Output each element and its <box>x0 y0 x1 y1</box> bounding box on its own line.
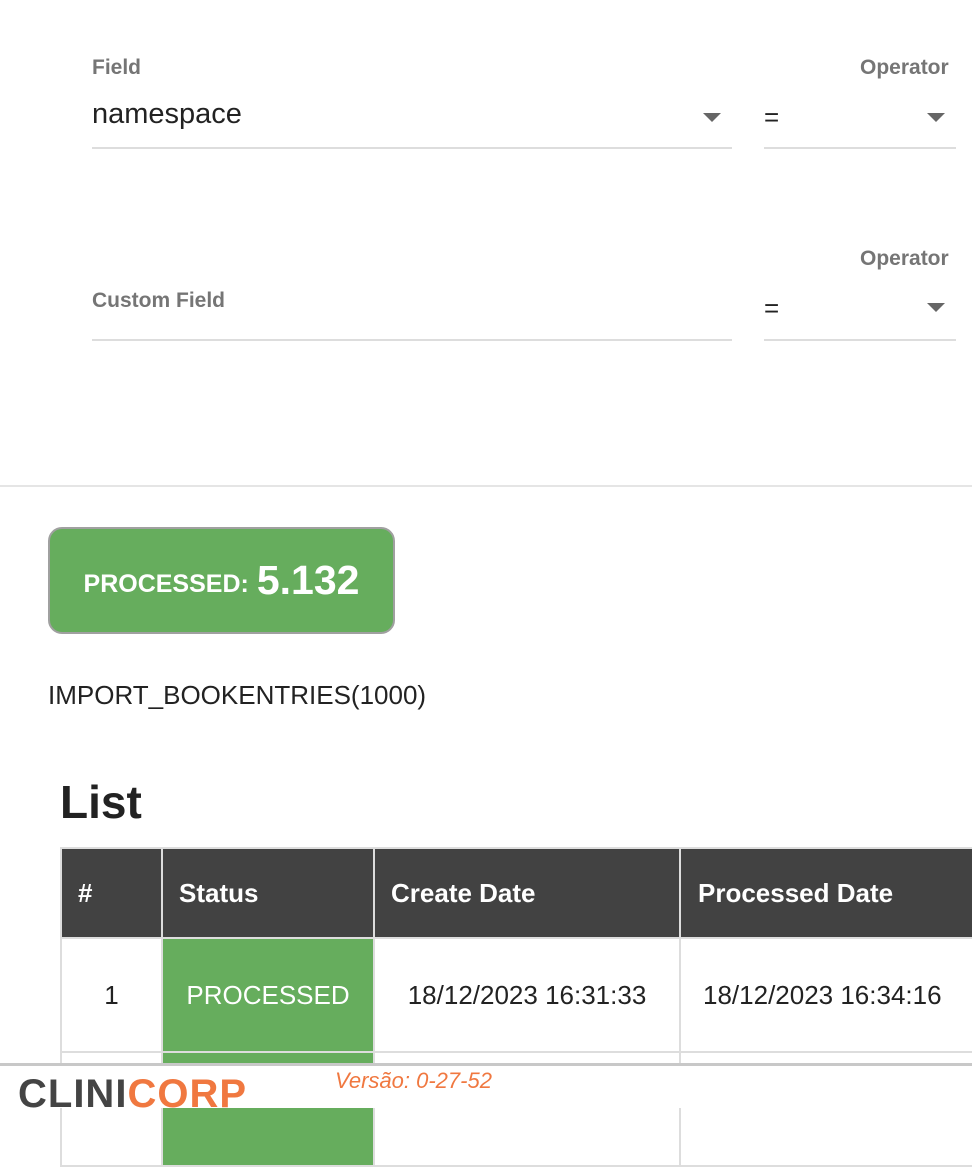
cell-processed-date: 18/12/2023 16:34:16 <box>679 937 972 1053</box>
badge-count: 5.132 <box>256 557 360 603</box>
chevron-down-icon <box>703 113 721 122</box>
field-value: namespace <box>92 98 242 130</box>
operator-label: Operator <box>860 56 949 79</box>
version-text: Versão: 0-27-52 <box>335 1068 492 1093</box>
divider <box>0 485 972 487</box>
operator-underline <box>764 339 956 341</box>
operator-value: = <box>764 102 780 132</box>
logo-part-a: CLINI <box>18 1072 128 1116</box>
chevron-down-icon <box>927 303 945 312</box>
list-table: # Status Create Date Processed Date 1 PR… <box>60 847 972 1167</box>
cell-number: 1 <box>60 937 163 1053</box>
field-underline <box>92 147 732 149</box>
cell-status: PROCESSED <box>161 937 375 1053</box>
cell-create-date: 18/12/2023 16:31:33 <box>373 937 681 1053</box>
clinicorp-logo: CLINICORP <box>18 1066 247 1114</box>
custom-field-placeholder: Custom Field <box>92 289 226 312</box>
processed-count-badge: PROCESSED: 5.132 <box>48 527 395 634</box>
custom-field-underline <box>92 339 732 341</box>
col-header-number[interactable]: # <box>60 847 163 939</box>
badge-status: PROCESSED: <box>83 570 249 598</box>
list-title: List <box>60 776 142 828</box>
col-header-status[interactable]: Status <box>161 847 375 939</box>
operator-label: Operator <box>860 247 949 270</box>
chevron-down-icon <box>927 113 945 122</box>
field-label: Field <box>92 56 142 79</box>
logo-part-b: CORP <box>127 1072 248 1116</box>
table-row[interactable]: 1 PROCESSED 18/12/2023 16:31:33 18/12/20… <box>60 937 972 1053</box>
operator-value: = <box>764 293 780 323</box>
footer: CLINICORP Versão: 0-27-52 <box>0 1063 972 1114</box>
operator-underline <box>764 147 956 149</box>
col-header-create-date[interactable]: Create Date <box>373 847 681 939</box>
job-name: IMPORT_BOOKENTRIES(1000) <box>48 680 427 710</box>
col-header-processed-date[interactable]: Processed Date <box>679 847 972 939</box>
